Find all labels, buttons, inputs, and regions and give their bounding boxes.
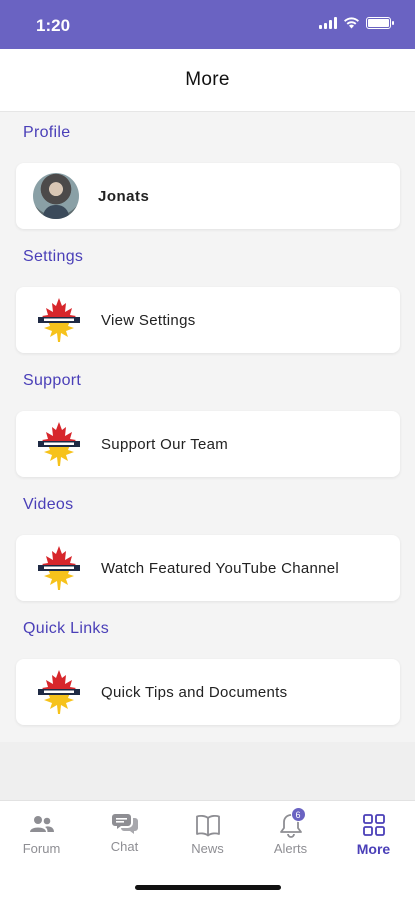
maple-leaf-logo [35, 420, 83, 468]
wifi-icon [344, 17, 359, 29]
support-team-label: Support Our Team [101, 435, 229, 453]
section-title-settings: Settings [23, 248, 84, 265]
status-icons [319, 17, 394, 29]
profile-card[interactable]: Jonats [16, 163, 400, 229]
home-indicator[interactable] [135, 885, 281, 890]
tab-chat-label: Chat [110, 839, 139, 854]
bell-icon: 6 [277, 807, 306, 839]
cellular-signal-icon [319, 17, 337, 29]
page-title: More [185, 69, 230, 90]
tab-forum[interactable]: Forum [0, 811, 83, 861]
view-settings-label: View Settings [101, 311, 196, 329]
support-team-card[interactable]: Support Our Team [16, 411, 400, 477]
tab-forum-label: Forum [22, 841, 61, 856]
section-title-quick-links: Quick Links [23, 620, 109, 637]
tab-more-label: More [356, 841, 391, 857]
tab-chat[interactable]: Chat [83, 809, 166, 859]
alerts-badge: 6 [290, 807, 306, 822]
tab-alerts[interactable]: 6 Alerts [249, 807, 332, 861]
avatar [33, 173, 79, 219]
book-icon [194, 811, 222, 839]
maple-leaf-logo [35, 296, 83, 344]
people-icon [28, 811, 56, 839]
chat-icon [111, 809, 139, 837]
profile-name: Jonats [98, 187, 150, 205]
tab-news-label: News [191, 841, 224, 856]
view-settings-card[interactable]: View Settings [16, 287, 400, 353]
quick-tips-card[interactable]: Quick Tips and Documents [16, 659, 400, 725]
maple-leaf-logo [35, 544, 83, 592]
section-title-profile: Profile [23, 124, 71, 141]
youtube-channel-card[interactable]: Watch Featured YouTube Channel [16, 535, 400, 601]
section-title-videos: Videos [23, 496, 74, 513]
status-time: 1:20 [36, 16, 71, 35]
tab-more[interactable]: More [332, 811, 415, 861]
content-bottom-space [0, 742, 415, 800]
status-bar: 1:20 [0, 0, 415, 49]
quick-tips-label: Quick Tips and Documents [101, 683, 288, 701]
maple-leaf-logo [35, 668, 83, 716]
section-title-support: Support [23, 372, 82, 389]
tab-alerts-label: Alerts [273, 841, 308, 856]
tab-news[interactable]: News [166, 811, 249, 861]
nav-header: More [0, 49, 415, 112]
battery-icon [366, 17, 394, 29]
grid-icon [360, 811, 388, 839]
youtube-channel-label: Watch Featured YouTube Channel [101, 559, 340, 577]
